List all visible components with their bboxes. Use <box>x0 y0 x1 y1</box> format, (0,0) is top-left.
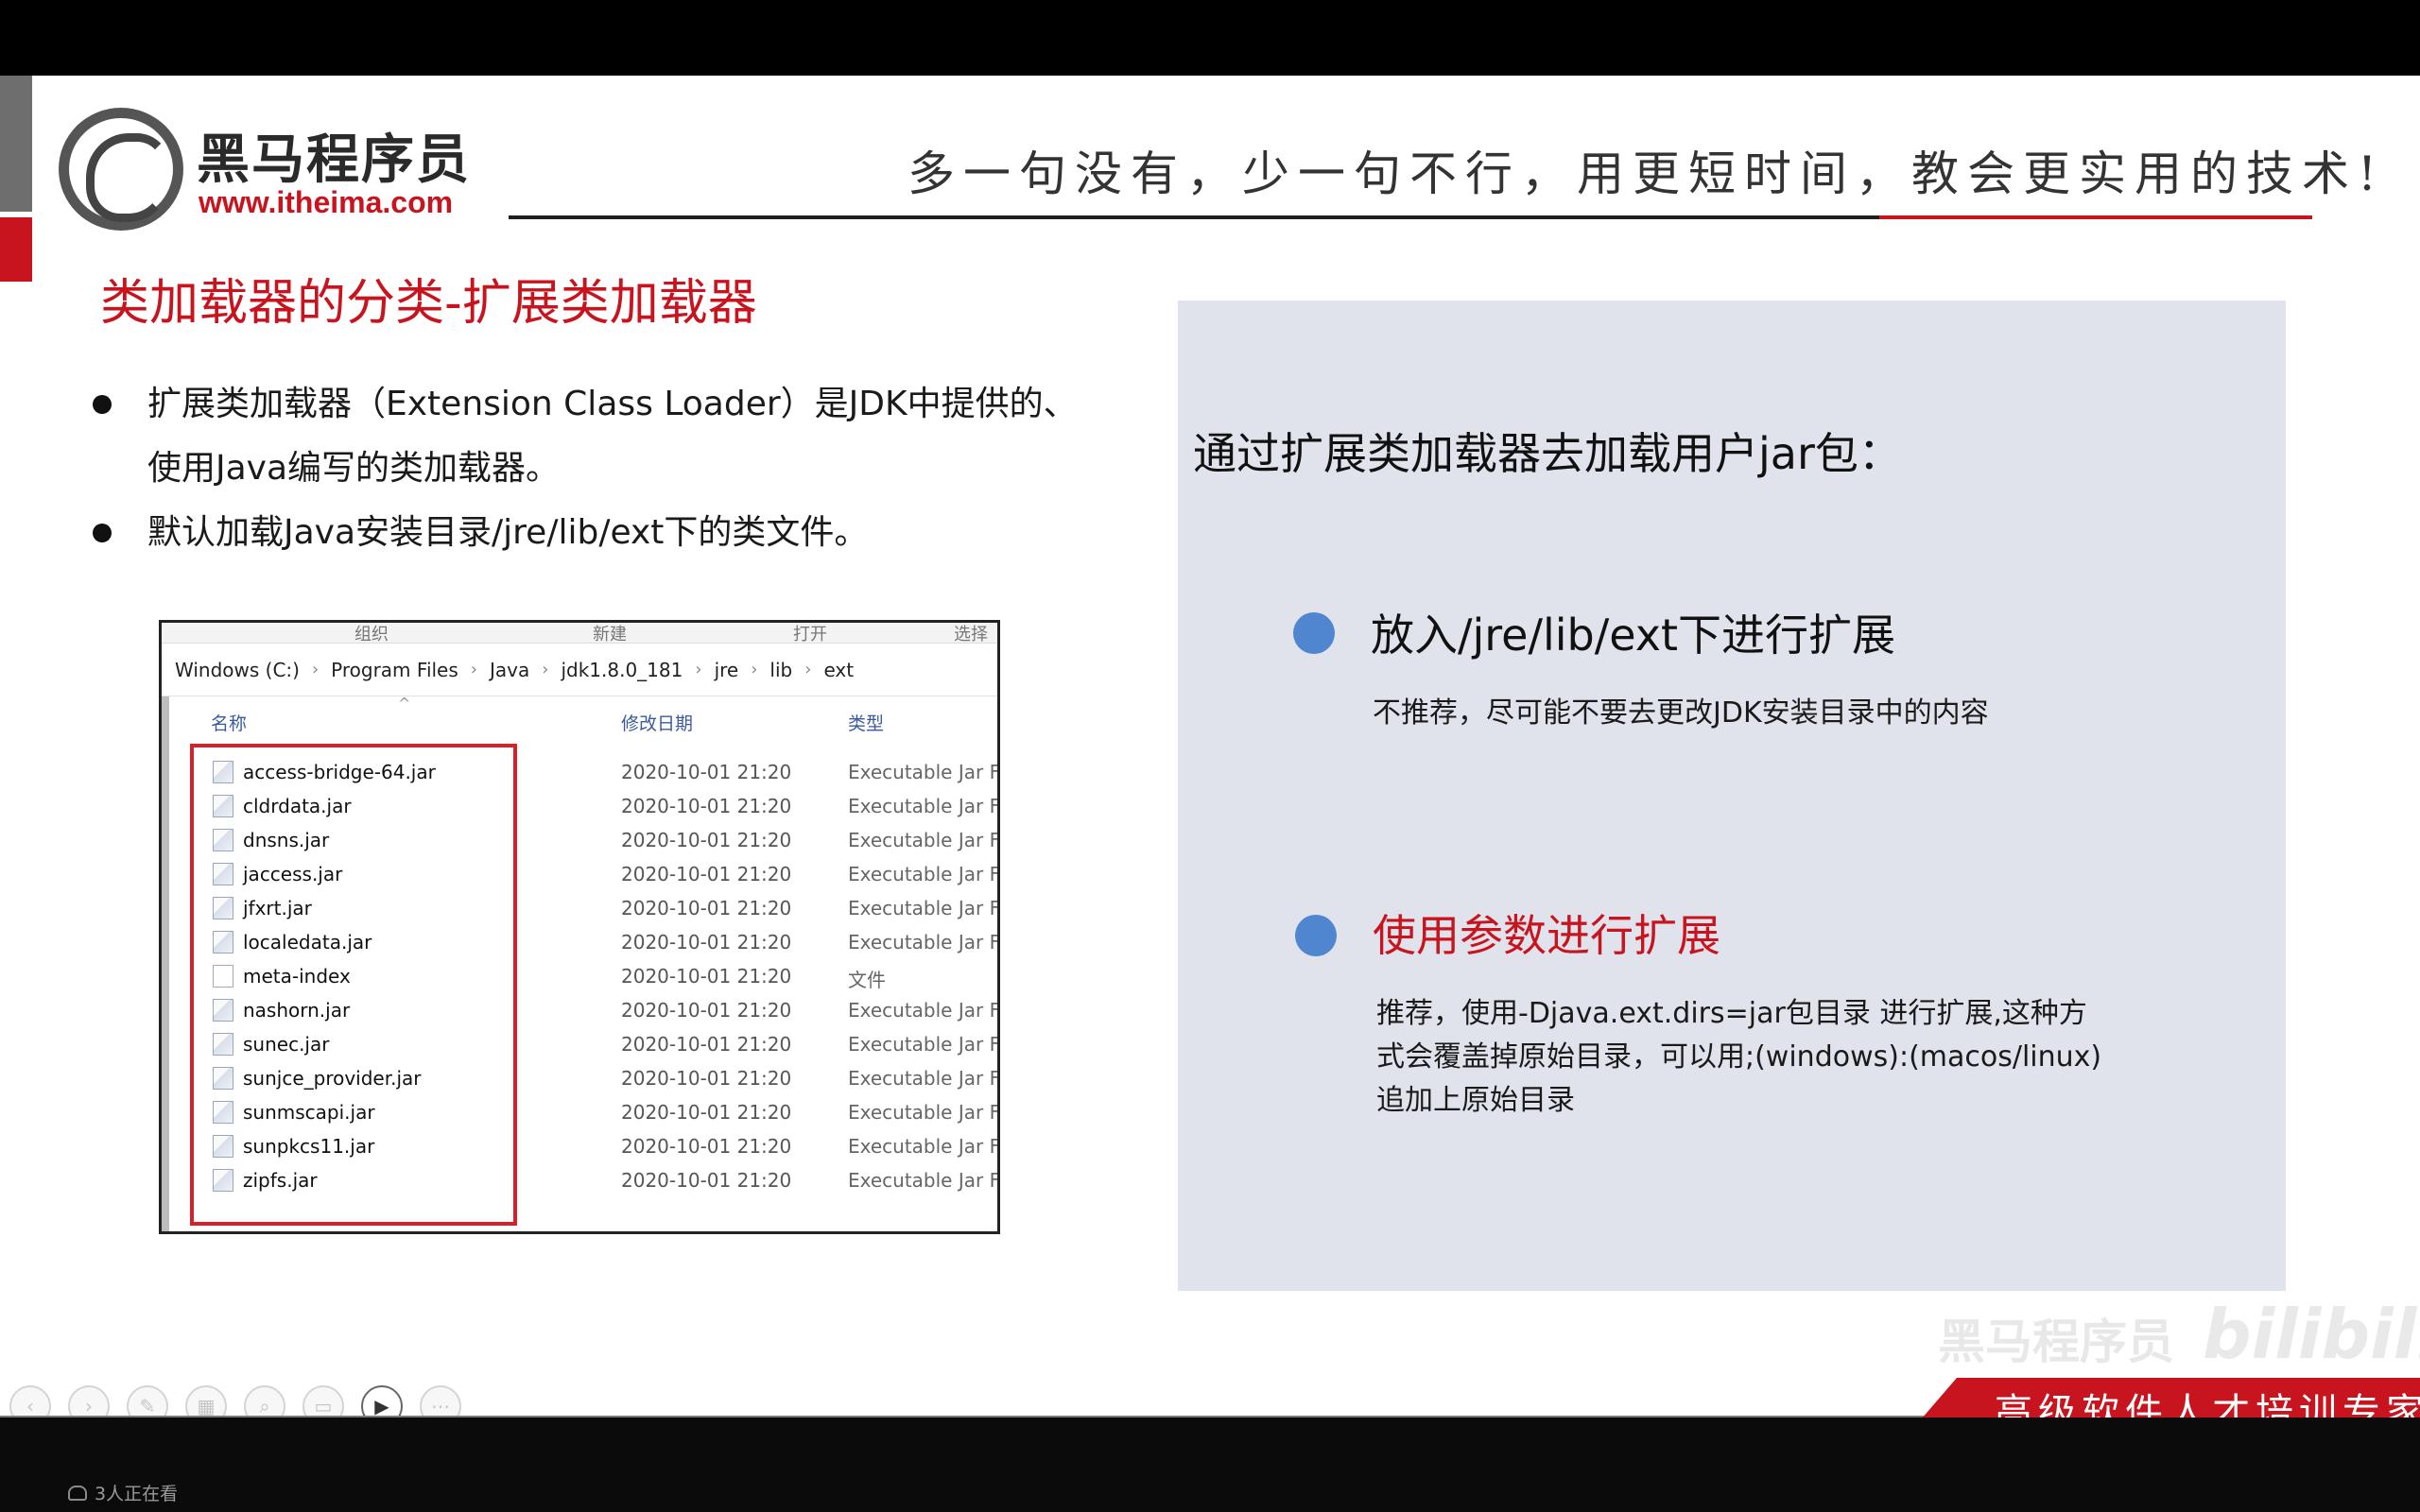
bullet-item: 默认加载Java安装目录/jre/lib/ext下的类文件。 <box>91 501 1131 565</box>
more-options-icon[interactable]: ⋯ <box>420 1385 461 1418</box>
slides-grid-icon[interactable]: ▦ <box>185 1385 227 1418</box>
column-header-date: 修改日期 <box>621 713 694 734</box>
option-description: 不推荐，尽可能不要去更改JDK安装目录中的内容 <box>1373 696 1989 730</box>
description-line: 推荐，使用-Djava.ext.dirs=jar包目录 进行扩展,这种方 <box>1376 997 2087 1030</box>
chevron-right-icon: › <box>751 660 758 679</box>
file-explorer-screenshot: 组织 新建 打开 选择 Windows (C:) › Program Files ›… <box>159 620 1000 1234</box>
file-type: Executable Jar Fi <box>848 1169 1000 1192</box>
video-top-letterbox <box>0 0 2420 76</box>
breadcrumb-item: Windows (C:) <box>175 658 300 681</box>
ribbon-label: 新建 <box>593 625 627 644</box>
column-header-type: 类型 <box>848 713 885 734</box>
chevron-right-icon: › <box>695 660 702 679</box>
chevron-right-icon: › <box>311 660 320 679</box>
ribbon-label: 组织 <box>354 625 389 644</box>
breadcrumb-item: jre <box>714 658 739 681</box>
file-type: Executable Jar Fi <box>848 999 1000 1022</box>
file-type: Executable Jar Fi <box>848 1135 1000 1158</box>
description-line: 追加上原始目录 <box>1376 1084 1575 1117</box>
bullet-list: 扩展类加载器（Extension Class Loader）是JDK中提供的、 … <box>91 372 1131 565</box>
explorer-ribbon: 组织 新建 打开 选择 <box>162 623 997 644</box>
file-type: 文件 <box>848 969 886 991</box>
description-line: 式会覆盖掉原始目录，可以用;(windows):(macos/linux) <box>1376 1040 2102 1074</box>
bullet-text: 使用Java编写的类加载器。 <box>147 449 561 488</box>
header-rule-accent <box>1879 215 2312 219</box>
file-date: 2020-10-01 21:20 <box>621 1135 792 1158</box>
slogan: 多一句没有，少一句不行，用更短时间，教会更实用的技术! <box>908 146 2386 201</box>
file-date: 2020-10-01 21:20 <box>621 965 792 988</box>
info-panel: 通过扩展类加载器去加载用户jar包： 放入/jre/lib/ext下进行扩展 不… <box>1178 301 2286 1291</box>
next-icon[interactable]: › <box>68 1385 110 1418</box>
left-edge-gray-accent <box>0 76 32 212</box>
previous-icon[interactable]: ‹ <box>9 1385 51 1418</box>
file-type: Executable Jar Fi <box>848 863 1000 885</box>
camera-icon[interactable]: ▶ <box>361 1385 403 1418</box>
column-header-row: ^ 名称 修改日期 类型 <box>162 695 997 740</box>
bullet-item: 扩展类加载器（Extension Class Loader）是JDK中提供的、 … <box>91 372 1131 501</box>
bilibili-watermark: bilibili <box>2203 1295 2420 1374</box>
file-type: Executable Jar Fi <box>848 761 1000 783</box>
file-date: 2020-10-01 21:20 <box>621 863 792 885</box>
option-description: 推荐，使用-Djava.ext.dirs=jar包目录 进行扩展,这种方 式会覆… <box>1376 992 2227 1123</box>
bullet-dot-icon <box>1295 915 1337 956</box>
bullet-text: 扩展类加载器（Extension Class Loader）是JDK中提供的、 <box>147 385 1078 423</box>
sort-chevron-up-icon: ^ <box>398 695 411 713</box>
breadcrumb-item: lib <box>769 658 793 681</box>
chevron-right-icon: › <box>804 660 812 679</box>
left-edge-red-accent <box>0 217 32 282</box>
bullet-dot-icon <box>93 395 112 414</box>
slide-controls: ‹ › ✎ ▦ ⌕ ▭ ▶ ⋯ <box>9 1385 461 1418</box>
presentation-slide: 黑马程序员 www.itheima.com 多一句没有，少一句不行，用更短时间，… <box>0 76 2420 1418</box>
ribbon-label: 打开 <box>793 625 827 644</box>
option-title: 使用参数进行扩展 <box>1373 910 1720 961</box>
file-date: 2020-10-01 21:20 <box>621 761 792 783</box>
option-title: 放入/jre/lib/ext下进行扩展 <box>1371 610 1895 661</box>
breadcrumb-item: ext <box>823 658 855 681</box>
breadcrumb-item: Program Files <box>331 658 458 681</box>
file-date: 2020-10-01 21:20 <box>621 1033 792 1056</box>
file-date: 2020-10-01 21:20 <box>621 795 792 817</box>
watermark-text: 黑马程序员 <box>1938 1314 2174 1369</box>
bullet-dot-icon <box>1293 612 1335 654</box>
file-date: 2020-10-01 21:20 <box>621 1101 792 1124</box>
chevron-right-icon: › <box>470 660 477 679</box>
file-type: Executable Jar Fi <box>848 931 1000 954</box>
viewer-count-text: 3人正在看 <box>95 1484 179 1504</box>
breadcrumb-item: Java <box>490 658 530 681</box>
column-header-name: 名称 <box>211 713 248 734</box>
file-date: 2020-10-01 21:20 <box>621 1067 792 1090</box>
pen-icon[interactable]: ✎ <box>127 1385 168 1418</box>
itheima-logo: 黑马程序员 www.itheima.com <box>59 108 475 231</box>
slide-title: 类加载器的分类-扩展类加载器 <box>100 275 757 332</box>
header-rule <box>509 215 1879 219</box>
logo-name: 黑马程序员 <box>197 129 471 191</box>
zoom-icon[interactable]: ⌕ <box>244 1385 285 1418</box>
highlight-box <box>190 744 517 1226</box>
bullet-text: 默认加载Java安装目录/jre/lib/ext下的类文件。 <box>147 513 869 552</box>
bullet-dot-icon <box>93 524 112 542</box>
ribbon-label: 选择 <box>954 625 988 644</box>
file-type: Executable Jar Fi <box>848 795 1000 817</box>
file-date: 2020-10-01 21:20 <box>621 1169 792 1192</box>
logo-url: www.itheima.com <box>199 185 454 219</box>
file-type: Executable Jar Fi <box>848 897 1000 919</box>
horse-logo-icon <box>59 108 183 231</box>
video-bottom-bar <box>0 1418 2420 1512</box>
address-breadcrumb: Windows (C:) › Program Files › Java › jdk1.… <box>162 644 997 696</box>
file-type: Executable Jar Fi <box>848 829 1000 851</box>
breadcrumb-item: jdk1.8.0_181 <box>561 658 683 681</box>
chevron-right-icon: › <box>542 660 549 679</box>
file-type: Executable Jar Fi <box>848 1101 1000 1124</box>
file-date: 2020-10-01 21:20 <box>621 931 792 954</box>
panel-heading: 通过扩展类加载器去加载用户jar包： <box>1193 428 1902 479</box>
file-date: 2020-10-01 21:20 <box>621 999 792 1022</box>
file-type: Executable Jar Fi <box>848 1033 1000 1056</box>
subtitles-icon[interactable]: ▭ <box>302 1385 344 1418</box>
file-date: 2020-10-01 21:20 <box>621 829 792 851</box>
file-type: Executable Jar Fi <box>848 1067 1000 1090</box>
viewer-count: 3人正在看 <box>68 1480 178 1505</box>
file-date: 2020-10-01 21:20 <box>621 897 792 919</box>
headphones-icon <box>68 1485 87 1501</box>
